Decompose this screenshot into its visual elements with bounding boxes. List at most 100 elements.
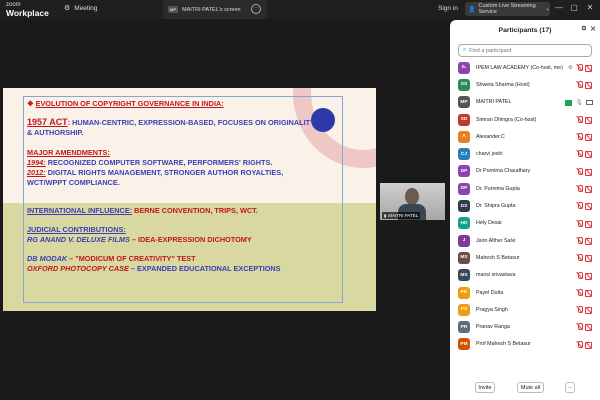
avatar: PM xyxy=(458,338,470,351)
video-person-head xyxy=(405,188,419,205)
video-off-icon xyxy=(585,307,593,315)
participant-row[interactable]: A Alexander.C xyxy=(450,128,600,145)
video-off-icon xyxy=(585,220,593,228)
slide-amend-2012-b: WCT/WPPT COMPLIANCE. xyxy=(27,178,120,187)
avatar: SS xyxy=(458,78,470,91)
mute-all-button[interactable]: Mute all xyxy=(517,382,544,393)
participants-panel: Participants (17) ⧉ ✕ ⌕ Find a participa… xyxy=(450,20,600,400)
invite-button[interactable]: Invite xyxy=(475,382,495,393)
person-icon: 👤 xyxy=(468,6,476,13)
participant-row[interactable]: PR Pranav Ranga xyxy=(450,318,600,335)
video-off-icon xyxy=(585,151,593,159)
slide-judicial-db: DB MODAK – "MODICUM OF CREATIVITY" TEST xyxy=(27,254,196,263)
participants-title: Participants (17) xyxy=(498,26,552,34)
chevron-down-icon: ⌄ xyxy=(545,6,550,12)
participant-name: Simran Dhingra (Co-host) xyxy=(476,116,537,123)
participant-row[interactable]: SS Shweta Sharma (Host) xyxy=(450,76,600,93)
mic-muted-icon xyxy=(576,323,583,331)
participant-name: Dr Purnima Chaudhary xyxy=(476,168,531,175)
mic-icon: 🎙 xyxy=(575,99,583,106)
participants-header: Participants (17) ⧉ ✕ xyxy=(450,20,600,40)
mic-muted-icon xyxy=(576,202,583,210)
avatar: J xyxy=(458,234,470,247)
participant-row[interactable]: MS mansi srivastava xyxy=(450,267,600,284)
mic-muted-icon xyxy=(576,150,583,158)
close-icon[interactable]: ✕ xyxy=(584,3,596,12)
participant-row[interactable]: DP Dr Purnima Chaudhary xyxy=(450,163,600,180)
participant-row[interactable]: J Jarin Alther Salvi xyxy=(450,232,600,249)
participant-search-input[interactable]: ⌕ Find a participant xyxy=(458,44,592,57)
participant-name: Prof Mahesh S Betasur xyxy=(476,341,531,348)
participant-row[interactable]: DP Dr. Purnima Gupta xyxy=(450,180,600,197)
mic-muted-icon xyxy=(576,133,583,141)
maximize-icon[interactable]: ▢ xyxy=(568,3,580,12)
participant-name: charvi joshi xyxy=(476,151,503,158)
minimize-icon[interactable]: — xyxy=(553,3,565,12)
mic-icon: ▮ xyxy=(384,213,387,218)
participant-name: Dr. Purnima Gupta xyxy=(476,185,520,192)
popout-icon[interactable]: ⧉ xyxy=(582,26,586,33)
participant-name: mansi srivastava xyxy=(476,272,516,279)
more-options-button[interactable]: ··· xyxy=(565,382,575,393)
screen-share-icon xyxy=(565,99,573,106)
screen-avatar: MP xyxy=(168,6,178,13)
tab-meeting[interactable]: ⚙ Meeting xyxy=(64,4,97,13)
participant-row[interactable]: IL IPEM LAW ACADEMY (Co-host, me) ⊕ xyxy=(450,59,600,76)
more-icon[interactable]: ··· xyxy=(251,4,261,14)
participant-row[interactable]: MP MAITRI PATEL 🎙 xyxy=(450,94,600,111)
live-stream-dropdown[interactable]: 👤 Custom Live Streaming Service ⌄ xyxy=(465,2,550,16)
slide-amend-1994: 1994: RECOGNIZED COMPUTER SOFTWARE, PERF… xyxy=(27,158,273,167)
video-off-icon xyxy=(585,65,593,72)
close-panel-icon[interactable]: ✕ xyxy=(590,25,596,33)
mic-muted-icon xyxy=(576,288,583,296)
participant-name: MAITRI PATEL xyxy=(476,99,512,106)
participant-row[interactable]: PD Payel Dutta xyxy=(450,284,600,301)
participant-row[interactable]: PM Prof Mahesh S Betasur xyxy=(450,336,600,353)
video-off-icon xyxy=(585,82,593,90)
shared-screen-slide: ❖ EVOLUTION OF COPYRIGHT GOVERNANCE IN I… xyxy=(3,88,376,311)
mic-muted-icon xyxy=(576,64,583,71)
avatar: MS xyxy=(458,269,470,282)
video-name-label: ▮ MAITRI PATEL xyxy=(382,212,421,219)
avatar: MS xyxy=(458,251,470,264)
slide-act-line: 1957 ACT: HUMAN-CENTRIC, EXPRESSION-BASE… xyxy=(27,117,315,127)
avatar: MP xyxy=(458,96,470,109)
participant-row[interactable]: DS Dr. Shipra Gupta xyxy=(450,197,600,214)
mic-muted-icon xyxy=(576,340,583,348)
sign-in-button[interactable]: Sign in xyxy=(438,5,458,12)
participant-name: Pranav Ranga xyxy=(476,324,510,331)
mic-muted-icon xyxy=(576,167,583,175)
slide-judicial-ox: OXFORD PHOTOCOPY CASE – EXPANDED EDUCATI… xyxy=(27,264,281,273)
mic-muted-icon xyxy=(576,81,583,89)
tab-screen-label: MAITRI PATEL's screen xyxy=(182,6,241,13)
participant-name: Alexander.C xyxy=(476,133,505,140)
avatar: DS xyxy=(458,200,470,213)
avatar: DP xyxy=(458,165,470,178)
participant-name: Jarin Alther Salvi xyxy=(476,237,516,244)
avatar: DP xyxy=(458,182,470,195)
slide-judicial-rg: RG ANAND V. DELUXE FILMS – IDEA-EXPRESSI… xyxy=(27,235,252,244)
avatar: PR xyxy=(458,321,470,334)
video-off-icon xyxy=(585,341,593,349)
video-off-icon xyxy=(585,237,593,245)
reaction-icon: ⊕ xyxy=(567,65,573,71)
mic-muted-icon xyxy=(576,306,583,314)
mic-muted-icon xyxy=(576,219,583,227)
participant-row[interactable]: MS Mahesh S Betasur xyxy=(450,249,600,266)
participant-video-thumbnail[interactable]: ▮ MAITRI PATEL xyxy=(380,183,445,220)
participant-row[interactable]: HD Hely Desai xyxy=(450,215,600,232)
video-off-icon xyxy=(585,289,593,297)
video-off-icon xyxy=(585,134,593,142)
participant-row[interactable]: CJ charvi joshi xyxy=(450,145,600,162)
avatar: PS xyxy=(458,303,470,316)
avatar: HD xyxy=(458,217,470,230)
stream-label: Custom Live Streaming Service xyxy=(478,3,536,15)
participant-row[interactable]: PS Pragya Singh xyxy=(450,301,600,318)
video-off-icon xyxy=(585,186,593,194)
avatar: SD xyxy=(458,113,470,126)
avatar: PD xyxy=(458,286,470,299)
participant-name: IPEM LAW ACADEMY (Co-host, me) xyxy=(476,64,563,71)
mic-muted-icon xyxy=(576,254,583,262)
participant-name: Payel Dutta xyxy=(476,289,504,296)
participant-row[interactable]: SD Simran Dhingra (Co-host) xyxy=(450,111,600,128)
